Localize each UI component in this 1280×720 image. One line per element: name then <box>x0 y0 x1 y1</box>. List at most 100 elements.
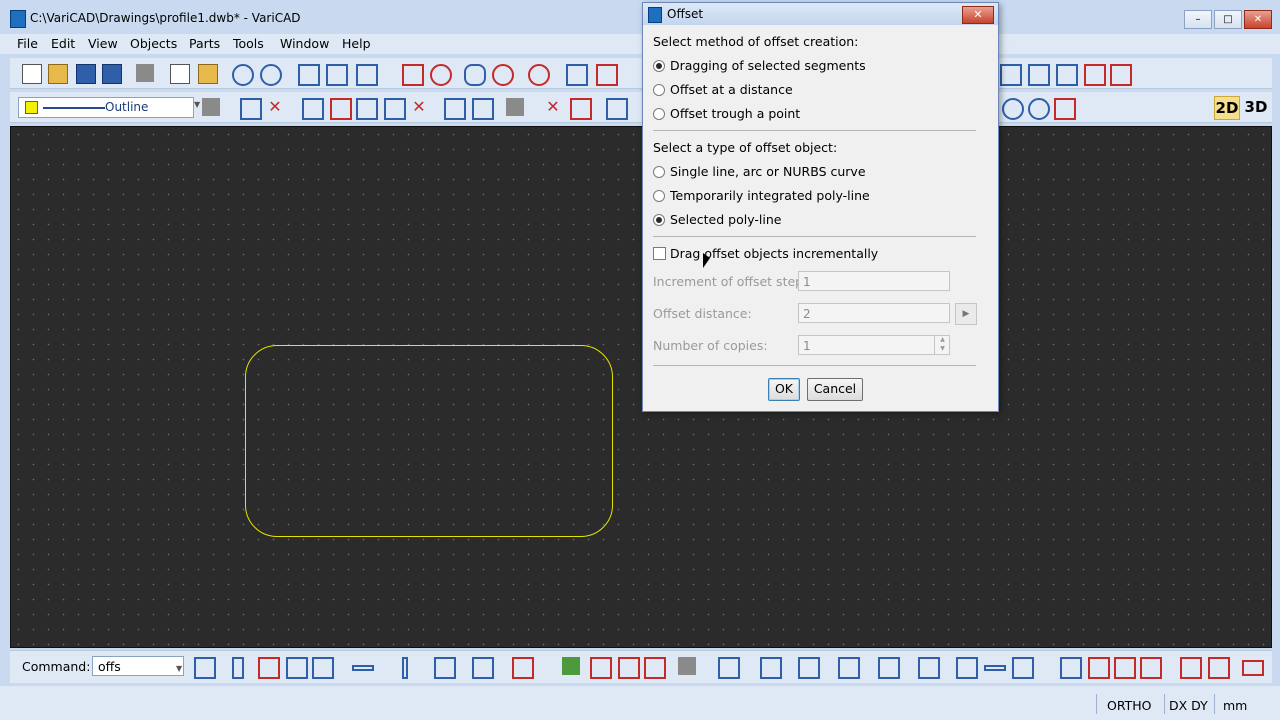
grid-icon[interactable] <box>678 657 696 675</box>
drag-incrementally-checkbox[interactable] <box>653 247 666 260</box>
line-2-icon[interactable] <box>472 657 494 679</box>
menu-tools[interactable]: Tools <box>233 36 264 51</box>
rectangle-icon[interactable] <box>326 64 348 86</box>
cancel-button[interactable]: Cancel <box>807 378 863 401</box>
dots-line-icon[interactable] <box>286 657 308 679</box>
save-icon[interactable] <box>76 64 96 84</box>
slot-icon[interactable] <box>464 64 486 86</box>
rotate-icon[interactable] <box>492 64 514 86</box>
chevron-down-icon[interactable]: ▼ <box>194 100 200 109</box>
deselect-icon[interactable]: ✕ <box>266 98 284 116</box>
zoom-in-icon[interactable] <box>1002 98 1024 120</box>
point-icon[interactable] <box>232 657 244 679</box>
polyline-icon[interactable] <box>298 64 320 86</box>
dim-vertical-icon[interactable] <box>760 657 782 679</box>
mode-2d-button[interactable]: 2D <box>1214 96 1240 120</box>
vertical-line-icon[interactable] <box>402 657 408 679</box>
arrow-right-icon[interactable] <box>984 665 1006 671</box>
ortho-status[interactable]: ORTHO <box>1107 698 1152 713</box>
table-icon[interactable] <box>1180 657 1202 679</box>
close-icon[interactable]: ✕ <box>1244 10 1272 29</box>
radio-type-selected[interactable] <box>653 214 665 226</box>
radio-method-distance[interactable] <box>653 84 665 96</box>
ok-button[interactable]: OK <box>768 378 800 401</box>
angle-query-icon[interactable] <box>1028 64 1050 86</box>
drag-incrementally-label[interactable]: Drag offset objects incrementally <box>670 246 878 261</box>
type-option-single[interactable]: Single line, arc or NURBS curve <box>670 164 866 179</box>
dim-base-icon[interactable] <box>1060 657 1082 679</box>
move-icon[interactable] <box>302 98 324 120</box>
flag-icon[interactable] <box>618 657 640 679</box>
dialog-title-bar[interactable]: Offset ✕ <box>643 3 998 25</box>
save-all-icon[interactable] <box>102 64 122 84</box>
minimize-icon[interactable]: – <box>1184 10 1212 29</box>
type-option-selected[interactable]: Selected poly-line <box>670 212 781 227</box>
align-icon[interactable] <box>384 98 406 120</box>
extend-icon[interactable] <box>606 98 628 120</box>
shape-icon[interactable] <box>356 64 378 86</box>
cross-line-icon[interactable] <box>512 657 534 679</box>
import-icon[interactable] <box>1208 657 1230 679</box>
menu-objects[interactable]: Objects <box>130 36 177 51</box>
radio-type-single[interactable] <box>653 166 665 178</box>
method-option-distance[interactable]: Offset at a distance <box>670 82 793 97</box>
dim-special-icon[interactable] <box>1012 657 1034 679</box>
radio-method-dragging[interactable] <box>653 60 665 72</box>
mirror-icon[interactable] <box>472 98 494 120</box>
dim-red-icon[interactable] <box>1140 657 1162 679</box>
dxdy-status[interactable]: DX DY <box>1169 698 1208 713</box>
dim-aligned-icon[interactable] <box>798 657 820 679</box>
flag2-icon[interactable] <box>644 657 666 679</box>
command-input[interactable]: offs <box>92 656 184 676</box>
dim-chain-icon[interactable] <box>918 657 940 679</box>
distance-input[interactable]: 2 <box>798 303 950 323</box>
type-option-temporary[interactable]: Temporarily integrated poly-line <box>670 188 870 203</box>
rounded-rectangle-outline[interactable] <box>245 345 613 537</box>
open-file-icon[interactable] <box>48 64 68 84</box>
check-hatch-icon[interactable] <box>562 657 580 675</box>
menu-view[interactable]: View <box>88 36 118 51</box>
circle-point-icon[interactable] <box>528 64 550 86</box>
dimension-query-icon[interactable] <box>1000 64 1022 86</box>
menu-parts[interactable]: Parts <box>189 36 220 51</box>
select-icon[interactable] <box>240 98 262 120</box>
menu-window[interactable]: Window <box>280 36 329 51</box>
chevron-down-icon[interactable]: ▼ <box>176 664 182 673</box>
dim-10b-icon[interactable] <box>1114 657 1136 679</box>
method-option-point[interactable]: Offset trough a point <box>670 106 800 121</box>
layer-selector[interactable]: Outline <box>18 97 194 118</box>
layers-icon[interactable] <box>202 98 220 116</box>
redo-icon[interactable] <box>260 64 282 86</box>
dim-horizontal-icon[interactable] <box>718 657 740 679</box>
hatch-icon[interactable] <box>506 98 524 116</box>
hatch-red-icon[interactable] <box>590 657 612 679</box>
menu-help[interactable]: Help <box>342 36 371 51</box>
print-icon[interactable] <box>136 64 154 82</box>
zoom-window-icon[interactable] <box>1028 98 1050 120</box>
export-icon[interactable] <box>194 657 216 679</box>
menu-file[interactable]: File <box>17 36 38 51</box>
dim-check-icon[interactable] <box>956 657 978 679</box>
arc-icon[interactable] <box>596 64 618 86</box>
radio-type-temporary[interactable] <box>653 190 665 202</box>
play-arrow-icon[interactable]: ▶ <box>955 303 977 325</box>
stretch-icon[interactable] <box>356 98 378 120</box>
trim-icon[interactable]: ✕ <box>544 98 562 116</box>
delete-icon[interactable]: ✕ <box>410 98 428 116</box>
radio-method-point[interactable] <box>653 108 665 120</box>
copy-move-icon[interactable] <box>330 98 352 120</box>
line-1-icon[interactable] <box>434 657 456 679</box>
area-query-icon[interactable] <box>1110 64 1132 86</box>
copy-icon[interactable] <box>170 64 190 84</box>
close-icon[interactable]: ✕ <box>962 6 994 24</box>
mode-3d-button[interactable]: 3D <box>1244 96 1268 118</box>
red-grid-icon[interactable] <box>402 64 424 86</box>
dotted-line-icon[interactable] <box>566 64 588 86</box>
undo-icon[interactable] <box>232 64 254 86</box>
drawing-canvas[interactable] <box>10 126 1272 648</box>
dim-10-icon[interactable] <box>1088 657 1110 679</box>
dots-cluster-icon[interactable] <box>312 657 334 679</box>
units-status[interactable]: mm <box>1223 698 1247 713</box>
paste-icon[interactable] <box>198 64 218 84</box>
copies-input[interactable]: 1 <box>798 335 950 355</box>
